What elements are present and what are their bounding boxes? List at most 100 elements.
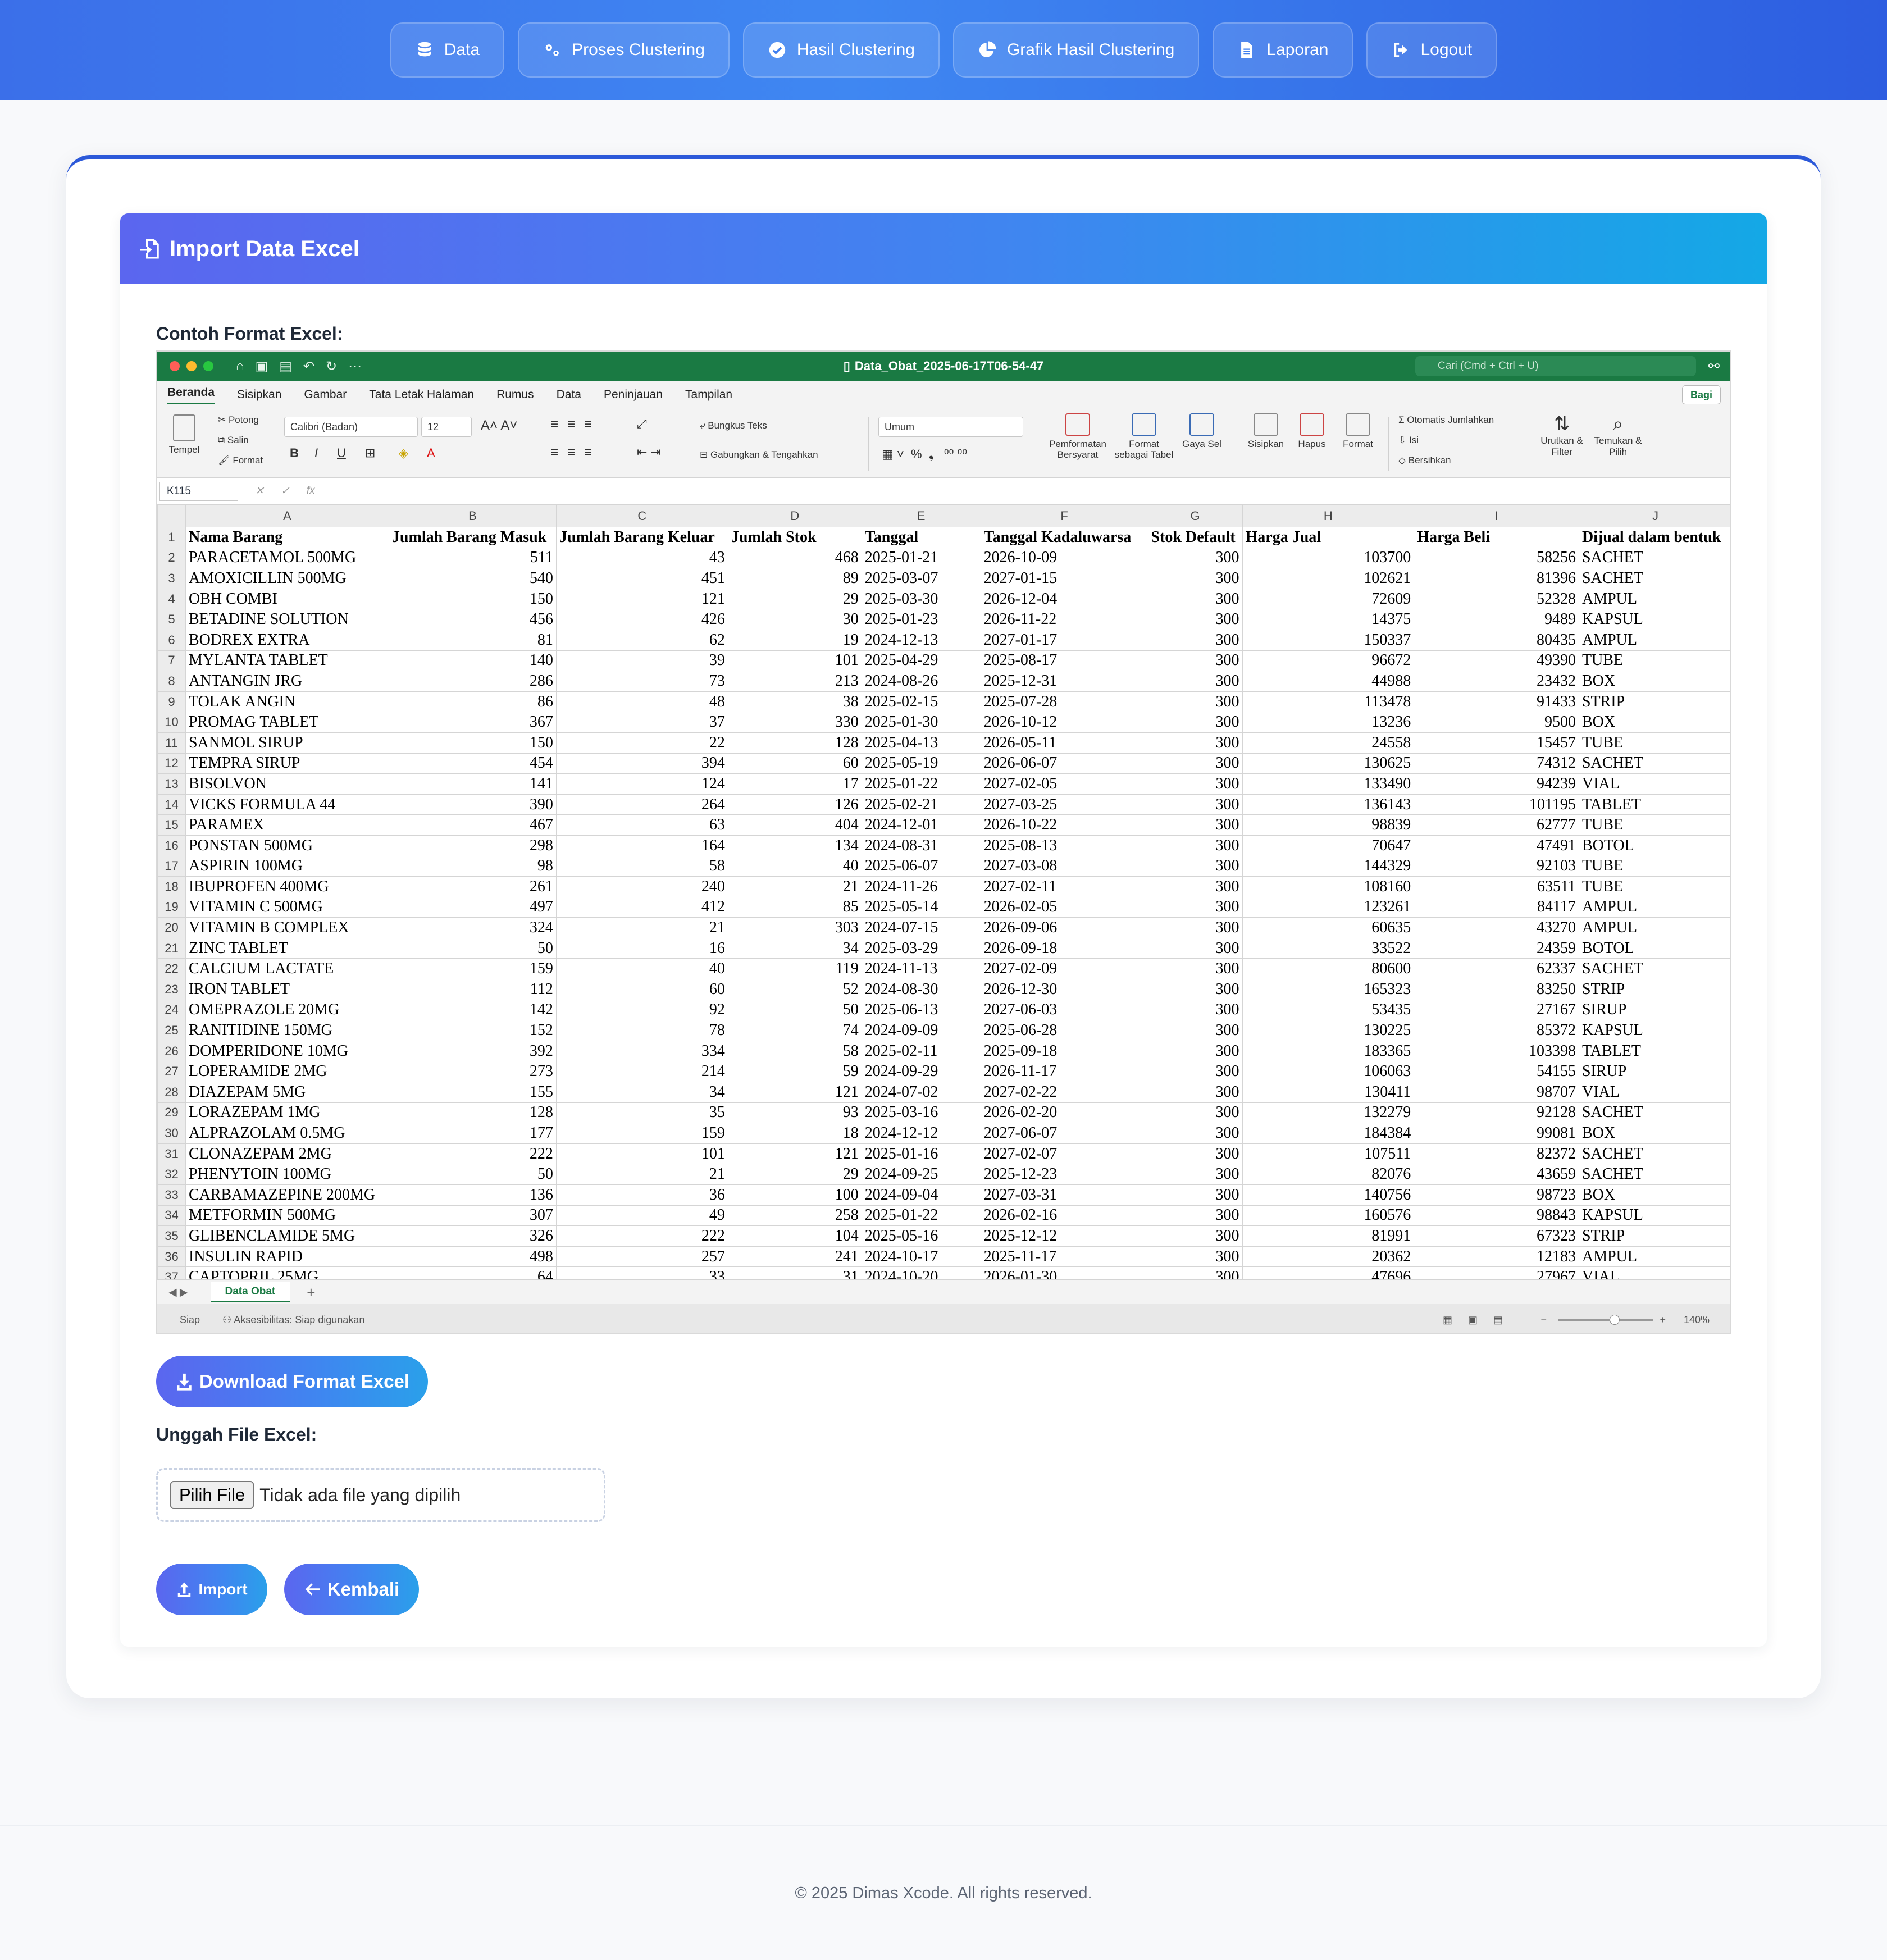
row-number: 8	[157, 671, 186, 692]
table-cell: 14375	[1242, 609, 1415, 630]
conditional-formatting-label-2: Bersyarat	[1057, 449, 1099, 461]
table-cell: 2024-12-01	[861, 814, 981, 836]
download-format-button[interactable]: Download Format Excel	[156, 1356, 428, 1407]
table-cell: 2024-12-12	[861, 1123, 981, 1144]
table-cell: 60	[727, 753, 862, 774]
table-cell: 50	[388, 1164, 557, 1185]
back-button[interactable]: Kembali	[284, 1564, 419, 1615]
undo-icon: ↶	[303, 358, 314, 374]
table-cell: 159	[555, 1123, 728, 1144]
table-cell: KAPSUL	[1578, 1020, 1730, 1041]
table-cell: VITAMIN C 500MG	[185, 896, 389, 918]
table-cell: 72609	[1242, 588, 1415, 610]
nav-logout-label: Logout	[1420, 40, 1473, 59]
table-cell: 21	[555, 1164, 728, 1185]
table-row: 2 PARACETAMOL 500MG 511 43 468 2025-01-21 2026…	[157, 547, 1730, 569]
table-cell: 9500	[1414, 712, 1579, 733]
excel-tab-tata-letak: Tata Letak Halaman	[369, 388, 475, 401]
nav-hasil-clustering-button[interactable]: Hasil Clustering	[742, 22, 940, 78]
table-cell: 136	[388, 1184, 557, 1206]
number-format-box: Umum	[878, 417, 1023, 437]
table-cell: AMOXICILLIN 500MG	[185, 568, 389, 589]
table-cell: 2025-03-30	[861, 588, 981, 610]
number-format-label: Umum	[885, 421, 914, 432]
file-upload-field[interactable]: Pilih File Tidak ada file yang dipilih	[156, 1468, 605, 1522]
cell-styles-icon	[1189, 413, 1214, 436]
table-cell: 133490	[1242, 773, 1415, 795]
table-cell: STRIP	[1578, 1225, 1730, 1247]
table-cell: 2025-02-21	[861, 794, 981, 815]
table-row: 17 ASPIRIN 100MG 98 58 40 2025-06-07 2027-03-0…	[157, 855, 1730, 877]
close-dot-icon	[170, 361, 180, 371]
table-cell: 300	[1147, 629, 1243, 651]
format-table-label-2: sebagai Tabel	[1114, 449, 1174, 461]
table-cell: 136143	[1242, 794, 1415, 815]
choose-file-button[interactable]: Pilih File	[170, 1481, 254, 1509]
table-row: 5 BETADINE SOLUTION 456 426 30 2025-01-23 2026…	[157, 609, 1730, 630]
table-cell: 177	[388, 1123, 557, 1144]
table-cell: 43659	[1414, 1164, 1579, 1185]
nav-data-button[interactable]: Data	[390, 22, 505, 78]
table-cell: 33	[555, 1266, 728, 1279]
excel-file-icon: ▯	[843, 359, 850, 373]
table-cell: 2025-05-14	[861, 896, 981, 918]
arrow-left-icon	[305, 1583, 320, 1596]
find-select-icon: ⌕	[1612, 413, 1624, 435]
sheet-header-cell: Jumlah Barang Keluar	[555, 527, 728, 548]
table-cell: 300	[1147, 937, 1243, 959]
table-cell: TABLET	[1578, 794, 1730, 815]
upload-icon	[178, 1582, 191, 1597]
table-cell: 214	[555, 1061, 728, 1083]
table-cell: LOPERAMIDE 2MG	[185, 1061, 389, 1083]
table-cell: 300	[1147, 568, 1243, 589]
table-cell: 454	[388, 753, 557, 774]
table-row: 4 OBH COMBI 150 121 29 2025-03-30 2026-12-04 30…	[157, 588, 1730, 610]
cell-styles-label: Gaya Sel	[1182, 438, 1221, 449]
table-cell: 81	[388, 629, 557, 651]
table-cell: 43	[555, 547, 728, 569]
table-row: 8 ANTANGIN JRG 286 73 213 2024-08-26 2025-12-3…	[157, 671, 1730, 692]
table-row: 29 LORAZEPAM 1MG 128 35 93 2025-03-16 2026-02-…	[157, 1102, 1730, 1124]
table-cell: 2025-11-17	[980, 1246, 1148, 1268]
autosum-label: Otomatis Jumlahkan	[1407, 414, 1494, 425]
conditional-formatting: Pemformatan Bersyarat	[1047, 413, 1109, 461]
table-cell: 74312	[1414, 753, 1579, 774]
table-cell: 98707	[1414, 1082, 1579, 1103]
table-cell: 300	[1147, 1020, 1243, 1041]
table-cell: BOX	[1578, 671, 1730, 692]
table-cell: KAPSUL	[1578, 609, 1730, 630]
table-cell: SIRUP	[1578, 1061, 1730, 1083]
font-grow-icon: A˄ A˅	[481, 418, 518, 433]
table-cell: 54155	[1414, 1061, 1579, 1083]
table-cell: 132279	[1242, 1102, 1415, 1124]
table-cell: 80600	[1242, 958, 1415, 980]
nav-proses-clustering-button[interactable]: Proses Clustering	[518, 22, 730, 78]
table-cell: 98843	[1414, 1205, 1579, 1227]
file-import-icon	[140, 239, 159, 259]
table-cell: 94239	[1414, 773, 1579, 795]
excel-search: Cari (Cmd + Ctrl + U)	[1415, 356, 1696, 376]
table-cell: 104	[727, 1225, 862, 1247]
table-cell: 98723	[1414, 1184, 1579, 1206]
row-number: 17	[157, 855, 186, 877]
table-cell: 2025-08-13	[980, 835, 1148, 856]
nav-laporan-button[interactable]: Laporan	[1213, 22, 1353, 78]
table-cell: 74	[727, 1020, 862, 1041]
sort-filter-label-2: Filter	[1551, 446, 1572, 457]
number-icons: ▦ ˅ % ❟ ⁰⁰ ⁰⁰	[882, 447, 968, 461]
table-cell: 70647	[1242, 835, 1415, 856]
formula-controls: ✕ ✓ fx	[255, 485, 315, 498]
nav-logout-button[interactable]: Logout	[1366, 22, 1497, 78]
table-cell: 150	[388, 588, 557, 610]
table-cell: 324	[388, 917, 557, 938]
table-cell: 2026-05-11	[980, 732, 1148, 754]
table-cell: 60	[555, 979, 728, 1000]
table-cell: 273	[388, 1061, 557, 1083]
table-row: 11 SANMOL SIRUP 150 22 128 2025-04-13 2026-05-…	[157, 732, 1730, 754]
nav-grafik-button[interactable]: Grafik Hasil Clustering	[952, 22, 1200, 78]
table-cell: BOX	[1578, 1184, 1730, 1206]
table-row: 21 ZINC TABLET 50 16 34 2025-03-29 2026-09-18 3…	[157, 937, 1730, 959]
import-button[interactable]: Import	[156, 1564, 267, 1615]
table-cell: 58256	[1414, 547, 1579, 569]
row-number: 29	[157, 1102, 186, 1124]
